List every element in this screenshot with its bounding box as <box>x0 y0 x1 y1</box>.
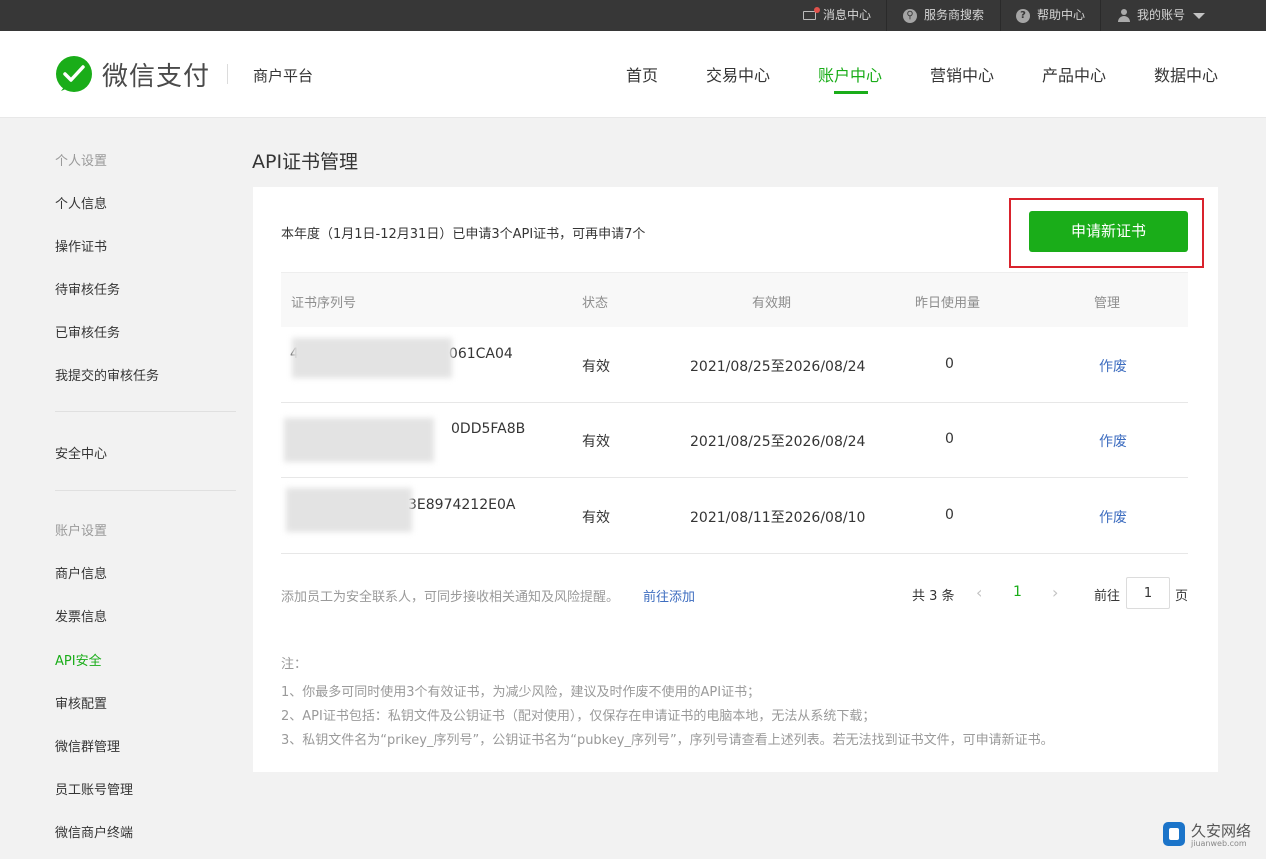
nav-account[interactable]: 账户中心 <box>818 62 882 86</box>
col-manage: 管理 <box>1094 296 1121 311</box>
sidebar-item-pending-tasks[interactable]: 待审核任务 <box>55 279 120 298</box>
status-badge: 有效 <box>582 359 610 375</box>
help-icon: ? <box>1016 8 1030 23</box>
unread-dot <box>814 7 820 13</box>
status-badge: 有效 <box>582 510 610 526</box>
revoke-link[interactable]: 作废 <box>1099 507 1127 527</box>
mail-icon <box>803 7 820 20</box>
col-serial: 证书序列号 <box>291 296 357 311</box>
validity-period: 2021/08/25至2026/08/24 <box>690 359 866 375</box>
nav-products[interactable]: 产品中心 <box>1042 62 1106 86</box>
usage-count: 0 <box>945 356 954 372</box>
sidebar-item-security-center[interactable]: 安全中心 <box>55 443 107 462</box>
nav-transactions[interactable]: 交易中心 <box>706 62 770 86</box>
security-contact-tip: 添加员工为安全联系人，可同步接收相关通知及风险提醒。 <box>281 590 620 605</box>
sidebar-item-staff-accounts[interactable]: 员工账号管理 <box>55 779 133 798</box>
redaction-blur <box>284 418 434 462</box>
sidebar-item-my-submitted[interactable]: 我提交的审核任务 <box>55 365 159 384</box>
nav-data[interactable]: 数据中心 <box>1154 62 1218 86</box>
user-icon <box>1118 9 1130 22</box>
col-status: 状态 <box>582 296 609 311</box>
header: 微信支付 商户平台 首页 交易中心 账户中心 营销中心 产品中心 数据中心 <box>0 31 1266 118</box>
logo-text: 微信支付 <box>102 61 211 92</box>
platform-label: 商户平台 <box>253 67 314 85</box>
help-label: 帮助中心 <box>1037 8 1086 22</box>
account-label: 我的账号 <box>1137 8 1186 22</box>
account-menu[interactable]: 我的账号 <box>1118 0 1206 31</box>
revoke-link[interactable]: 作废 <box>1099 356 1127 376</box>
notes-heading: 注： <box>281 657 308 672</box>
revoke-link[interactable]: 作废 <box>1099 431 1127 451</box>
prev-page-button[interactable]: ‹ <box>976 583 982 602</box>
validity-period: 2021/08/11至2026/08/10 <box>690 510 866 526</box>
serial-tail: 3E8974212E0A <box>408 497 516 513</box>
watermark-url: jiuanweb.com <box>1191 839 1247 848</box>
sidebar-item-merchant-terminal[interactable]: 微信商户终端 <box>55 822 133 841</box>
watermark-logo-icon <box>1163 822 1185 846</box>
goto-label: 前往 <box>1094 589 1121 604</box>
usage-count: 0 <box>945 507 954 523</box>
site-watermark: 久安网络 jiuanweb.com <box>1163 820 1263 850</box>
status-badge: 有效 <box>582 434 610 450</box>
help-link[interactable]: ? 帮助中心 <box>1016 0 1085 31</box>
note-line: 3、私钥文件名为“prikey_序列号”，公钥证书名为“pubkey_序列号”，… <box>281 733 1054 748</box>
sidebar-item-review-config[interactable]: 审核配置 <box>55 693 107 712</box>
sidebar-item-personal-info[interactable]: 个人信息 <box>55 193 107 212</box>
wechat-pay-icon <box>56 56 92 92</box>
current-page[interactable]: 1 <box>1013 584 1022 600</box>
sidebar-item-reviewed-tasks[interactable]: 已审核任务 <box>55 322 120 341</box>
sidebar-group-personal: 个人设置 <box>55 154 108 169</box>
redaction-blur <box>292 338 452 378</box>
top-bar: 消息中心 ⚲ 服务商搜索 ? 帮助中心 我的账号 <box>0 0 1266 31</box>
nav-home[interactable]: 首页 <box>626 62 658 86</box>
watermark-name: 久安网络 <box>1191 822 1252 840</box>
serial-tail: 0DD5FA8B <box>451 421 526 437</box>
note-line: 1、你最多可同时使用3个有效证书，为减少风险，建议及时作废不使用的API证书； <box>281 685 761 700</box>
sidebar-group-account: 账户设置 <box>55 524 108 539</box>
note-line: 2、API证书包括：私钥文件及公钥证书（配对使用），仅保存在申请证书的电脑本地，… <box>281 709 876 724</box>
search-icon: ⚲ <box>903 8 917 23</box>
col-usage: 昨日使用量 <box>915 296 981 311</box>
apply-new-cert-button[interactable]: 申请新证书 <box>1029 211 1188 252</box>
nav-marketing[interactable]: 营销中心 <box>930 62 994 86</box>
validity-period: 2021/08/25至2026/08/24 <box>690 434 866 450</box>
redaction-blur <box>286 488 412 532</box>
goto-page-input[interactable] <box>1126 577 1170 609</box>
add-contact-link[interactable]: 前往添加 <box>643 586 695 605</box>
sidebar-item-operation-cert[interactable]: 操作证书 <box>55 236 107 255</box>
sidebar-item-invoice-info[interactable]: 发票信息 <box>55 606 107 625</box>
usage-count: 0 <box>945 431 954 447</box>
pagination-total: 共 3 条 <box>912 589 955 604</box>
serial-tail: 061CA04 <box>448 346 513 362</box>
col-validity: 有效期 <box>752 296 792 311</box>
logo-divider <box>227 64 228 84</box>
provider-search-link[interactable]: ⚲ 服务商搜索 <box>903 0 984 31</box>
sidebar-divider <box>55 490 236 491</box>
table-header <box>281 272 1188 327</box>
sidebar-item-api-security[interactable]: API安全 <box>55 650 102 669</box>
page-title: API证书管理 <box>252 151 359 173</box>
messages-label: 消息中心 <box>823 8 872 22</box>
page-suffix: 页 <box>1175 589 1189 604</box>
messages-link[interactable]: 消息中心 <box>803 0 871 31</box>
provider-search-label: 服务商搜索 <box>924 8 985 22</box>
active-nav-indicator <box>834 91 868 94</box>
chevron-down-icon <box>1193 12 1206 19</box>
sidebar-divider <box>55 411 236 412</box>
next-page-button[interactable]: › <box>1052 583 1058 602</box>
wechat-pay-logo[interactable]: 微信支付 <box>55 55 210 93</box>
sidebar-item-wechat-groups[interactable]: 微信群管理 <box>55 736 120 755</box>
quota-text: 本年度（1月1日-12月31日）已申请3个API证书，可再申请7个 <box>281 227 646 242</box>
sidebar-item-merchant-info[interactable]: 商户信息 <box>55 563 107 582</box>
